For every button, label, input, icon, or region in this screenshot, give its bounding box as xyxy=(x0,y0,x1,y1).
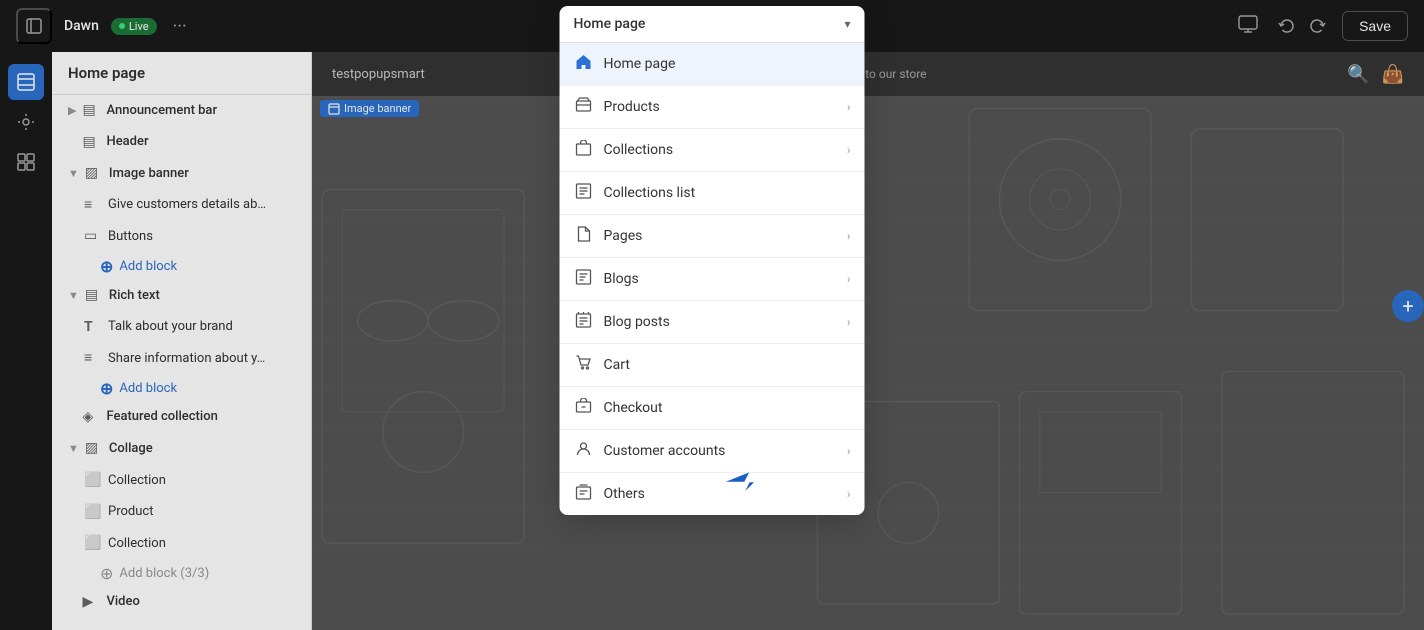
dropdown-item-label: Others xyxy=(604,486,645,502)
dropdown-header-title: Home page xyxy=(574,16,646,32)
products-icon xyxy=(574,97,594,117)
dropdown-item-others[interactable]: Others › xyxy=(560,473,865,515)
dropdown-item-label: Blog posts xyxy=(604,314,670,330)
arrow-right-icon: › xyxy=(847,100,851,114)
dropdown-item-label: Customer accounts xyxy=(604,443,726,459)
dropdown-item-label: Collections list xyxy=(604,185,696,201)
dropdown-item-label: Products xyxy=(604,99,660,115)
dropdown-item-left: Checkout xyxy=(574,398,663,418)
dropdown-item-customer-accounts[interactable]: Customer accounts › xyxy=(560,430,865,473)
dropdown-item-left: Blog posts xyxy=(574,312,670,332)
home-icon xyxy=(574,54,594,74)
dropdown-item-collections[interactable]: Collections › xyxy=(560,129,865,172)
dropdown-item-label: Collections xyxy=(604,142,674,158)
blog-posts-icon xyxy=(574,312,594,332)
arrow-right-icon: › xyxy=(847,143,851,157)
dropdown-item-left: Collections xyxy=(574,140,674,160)
dropdown-item-left: Products xyxy=(574,97,660,117)
dropdown-item-products[interactable]: Products › xyxy=(560,86,865,129)
dropdown-item-label: Home page xyxy=(604,56,676,72)
dropdown-item-blog-posts[interactable]: Blog posts › xyxy=(560,301,865,344)
dropdown-item-label: Checkout xyxy=(604,400,663,416)
arrow-right-icon: › xyxy=(847,444,851,458)
dropdown-item-left: Pages xyxy=(574,226,643,246)
dropdown-item-left: Others xyxy=(574,484,645,504)
dropdown-item-collections-list[interactable]: Collections list xyxy=(560,172,865,215)
collections-list-icon xyxy=(574,183,594,203)
arrow-right-icon: › xyxy=(847,315,851,329)
dropdown-item-label: Blogs xyxy=(604,271,639,287)
blogs-icon xyxy=(574,269,594,289)
dropdown-item-left: Collections list xyxy=(574,183,696,203)
page-type-dropdown-panel: Home page ▾ Home page xyxy=(560,6,865,515)
arrow-right-icon: › xyxy=(847,487,851,501)
others-icon xyxy=(574,484,594,504)
cart-icon xyxy=(574,355,594,375)
dropdown-item-left: Cart xyxy=(574,355,630,375)
dropdown-arrow-icon: ▾ xyxy=(844,17,850,31)
dropdown-item-left: Home page xyxy=(574,54,676,74)
dropdown-header[interactable]: Home page ▾ xyxy=(560,6,865,43)
customer-accounts-icon xyxy=(574,441,594,461)
collections-icon xyxy=(574,140,594,160)
dropdown-item-pages[interactable]: Pages › xyxy=(560,215,865,258)
arrow-right-icon: › xyxy=(847,229,851,243)
dropdown-item-label: Cart xyxy=(604,357,630,373)
arrow-right-icon: › xyxy=(847,272,851,286)
pages-icon xyxy=(574,226,594,246)
dropdown-item-left: Blogs xyxy=(574,269,639,289)
checkout-icon xyxy=(574,398,594,418)
dropdown-item-label: Pages xyxy=(604,228,643,244)
dropdown-item-blogs[interactable]: Blogs › xyxy=(560,258,865,301)
dropdown-item-home-page[interactable]: Home page xyxy=(560,43,865,86)
dropdown-item-left: Customer accounts xyxy=(574,441,726,461)
dropdown-backdrop[interactable]: Home page ▾ Home page xyxy=(0,0,1424,630)
dropdown-item-checkout[interactable]: Checkout xyxy=(560,387,865,430)
dropdown-item-cart[interactable]: Cart xyxy=(560,344,865,387)
